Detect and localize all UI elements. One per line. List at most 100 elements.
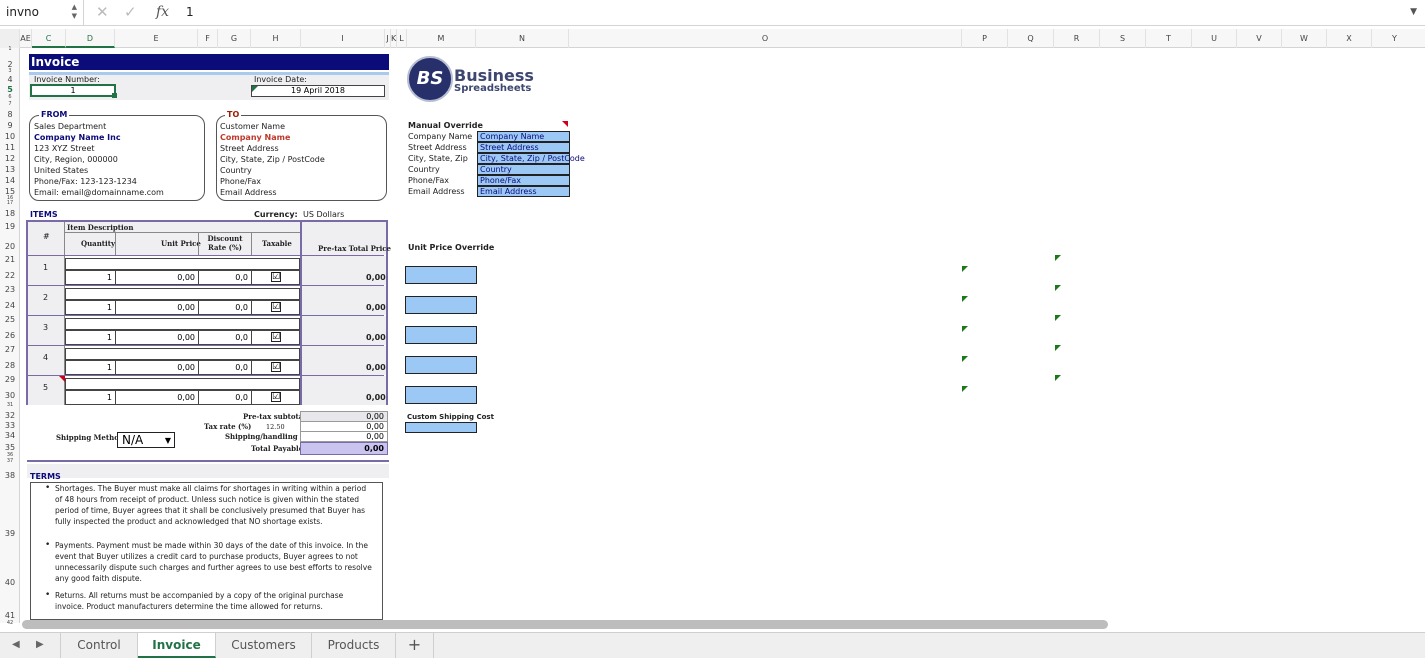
row-number[interactable]: 7 xyxy=(0,101,20,107)
row-number[interactable]: 19 xyxy=(0,222,20,231)
taxable-checkbox[interactable]: ☑ xyxy=(271,332,281,342)
name-box-spinner-icon[interactable]: ▲ ▼ xyxy=(72,3,77,21)
item-description-field[interactable] xyxy=(65,288,300,300)
row-number[interactable]: 34 xyxy=(0,431,20,440)
row-number[interactable]: 18 xyxy=(0,209,20,218)
sheet-grid[interactable]: Invoice Invoice Number: 1 Invoice Date: … xyxy=(21,48,1425,623)
col-header[interactable]: G xyxy=(218,29,251,48)
col-header[interactable]: X xyxy=(1327,29,1372,48)
col-header[interactable]: M xyxy=(407,29,476,48)
horizontal-scrollbar[interactable] xyxy=(22,620,1108,629)
row-number[interactable]: 35 xyxy=(0,443,20,452)
col-header[interactable]: E xyxy=(115,29,198,48)
row-number[interactable]: 26 xyxy=(0,331,20,340)
row-number[interactable]: 22 xyxy=(0,271,20,280)
discount-field[interactable]: 0,0 xyxy=(198,360,252,375)
discount-field[interactable]: 0,0 xyxy=(198,330,252,345)
row-number[interactable]: 8 xyxy=(0,110,20,119)
override-field[interactable]: Country xyxy=(477,164,570,175)
col-header[interactable]: T xyxy=(1146,29,1192,48)
expand-formula-icon[interactable]: ▼ xyxy=(1410,0,1417,25)
item-description-field[interactable] xyxy=(65,258,300,270)
custom-shipping-field[interactable] xyxy=(405,422,477,433)
confirm-icon[interactable]: ✓ xyxy=(124,0,137,25)
tab-customers[interactable]: Customers xyxy=(216,633,312,658)
quantity-field[interactable]: 1 xyxy=(65,300,116,315)
row-number[interactable]: 23 xyxy=(0,285,20,294)
col-header[interactable]: F xyxy=(198,29,218,48)
unit-price-override-field[interactable] xyxy=(405,356,477,374)
unit-price-field[interactable]: 0,00 xyxy=(115,360,199,375)
row-number[interactable]: 4 xyxy=(0,75,20,84)
fill-handle[interactable] xyxy=(112,93,117,98)
unit-price-override-field[interactable] xyxy=(405,386,477,404)
override-field[interactable]: Company Name xyxy=(477,131,570,142)
add-sheet-button[interactable]: + xyxy=(396,633,434,658)
tab-control[interactable]: Control xyxy=(60,633,138,658)
row-number[interactable]: 28 xyxy=(0,361,20,370)
tab-invoice[interactable]: Invoice xyxy=(138,633,216,658)
row-number[interactable]: 1 xyxy=(0,46,20,52)
invoice-date-cell[interactable]: 19 April 2018 xyxy=(251,85,385,97)
cancel-icon[interactable]: ✕ xyxy=(96,0,109,25)
row-number[interactable]: 25 xyxy=(0,315,20,324)
col-header[interactable]: I xyxy=(301,29,385,48)
row-number[interactable]: 32 xyxy=(0,411,20,420)
row-number[interactable]: 21 xyxy=(0,255,20,264)
row-number[interactable]: 40 xyxy=(0,578,20,587)
col-header[interactable]: AE xyxy=(20,29,32,48)
row-number[interactable]: 41 xyxy=(0,611,20,620)
unit-price-field[interactable]: 0,00 xyxy=(115,270,199,285)
scroll-right-icon[interactable]: ▶ xyxy=(36,639,44,650)
col-header[interactable]: H xyxy=(251,29,301,48)
override-field[interactable]: Phone/Fax xyxy=(477,175,570,186)
invoice-number-cell[interactable]: 1 xyxy=(30,84,116,97)
row-number[interactable]: 38 xyxy=(0,471,20,480)
row-number[interactable]: 17 xyxy=(0,200,20,206)
discount-field[interactable]: 0,0 xyxy=(198,300,252,315)
col-header[interactable]: L xyxy=(397,29,407,48)
taxable-checkbox[interactable]: ☑ xyxy=(271,272,281,282)
override-field[interactable]: Email Address xyxy=(477,186,570,197)
row-number[interactable]: 3 xyxy=(0,68,20,74)
row-number[interactable]: 13 xyxy=(0,165,20,174)
col-header[interactable]: C xyxy=(32,29,66,48)
row-number[interactable]: 27 xyxy=(0,345,20,354)
quantity-field[interactable]: 1 xyxy=(65,360,116,375)
row-number[interactable]: 33 xyxy=(0,421,20,430)
col-header[interactable]: S xyxy=(1100,29,1146,48)
item-description-field[interactable] xyxy=(65,348,300,360)
unit-price-override-field[interactable] xyxy=(405,326,477,344)
row-number[interactable]: 30 xyxy=(0,391,20,400)
col-header[interactable]: Y xyxy=(1372,29,1417,48)
quantity-field[interactable]: 1 xyxy=(65,390,116,405)
row-number[interactable]: 29 xyxy=(0,375,20,384)
row-number[interactable]: 6 xyxy=(0,94,20,100)
row-number[interactable]: 39 xyxy=(0,529,20,538)
col-header[interactable]: R xyxy=(1054,29,1100,48)
row-number[interactable]: 10 xyxy=(0,132,20,141)
unit-price-field[interactable]: 0,00 xyxy=(115,390,199,405)
taxable-checkbox[interactable]: ☑ xyxy=(271,392,281,402)
col-header[interactable]: O xyxy=(569,29,962,48)
unit-price-override-field[interactable] xyxy=(405,296,477,314)
row-number[interactable]: 37 xyxy=(0,458,20,464)
row-number[interactable]: 12 xyxy=(0,154,20,163)
row-number[interactable]: 14 xyxy=(0,176,20,185)
quantity-field[interactable]: 1 xyxy=(65,330,116,345)
row-number[interactable]: 42 xyxy=(0,620,20,626)
quantity-field[interactable]: 1 xyxy=(65,270,116,285)
dropdown-arrow-icon[interactable]: ▼ xyxy=(165,434,171,448)
unit-price-override-field[interactable] xyxy=(405,266,477,284)
tax-rate-value[interactable]: 12.50 xyxy=(266,423,285,431)
name-box[interactable]: invno ▲ ▼ xyxy=(0,0,84,25)
col-header[interactable]: P xyxy=(962,29,1008,48)
discount-field[interactable]: 0,0 xyxy=(198,390,252,405)
override-field[interactable]: City, State, Zip / PostCode xyxy=(477,153,585,164)
taxable-checkbox[interactable]: ☑ xyxy=(271,362,281,372)
unit-price-field[interactable]: 0,00 xyxy=(115,300,199,315)
col-header[interactable]: U xyxy=(1192,29,1237,48)
row-number[interactable]: 24 xyxy=(0,301,20,310)
item-description-field[interactable] xyxy=(65,378,300,390)
row-number[interactable]: 11 xyxy=(0,143,20,152)
